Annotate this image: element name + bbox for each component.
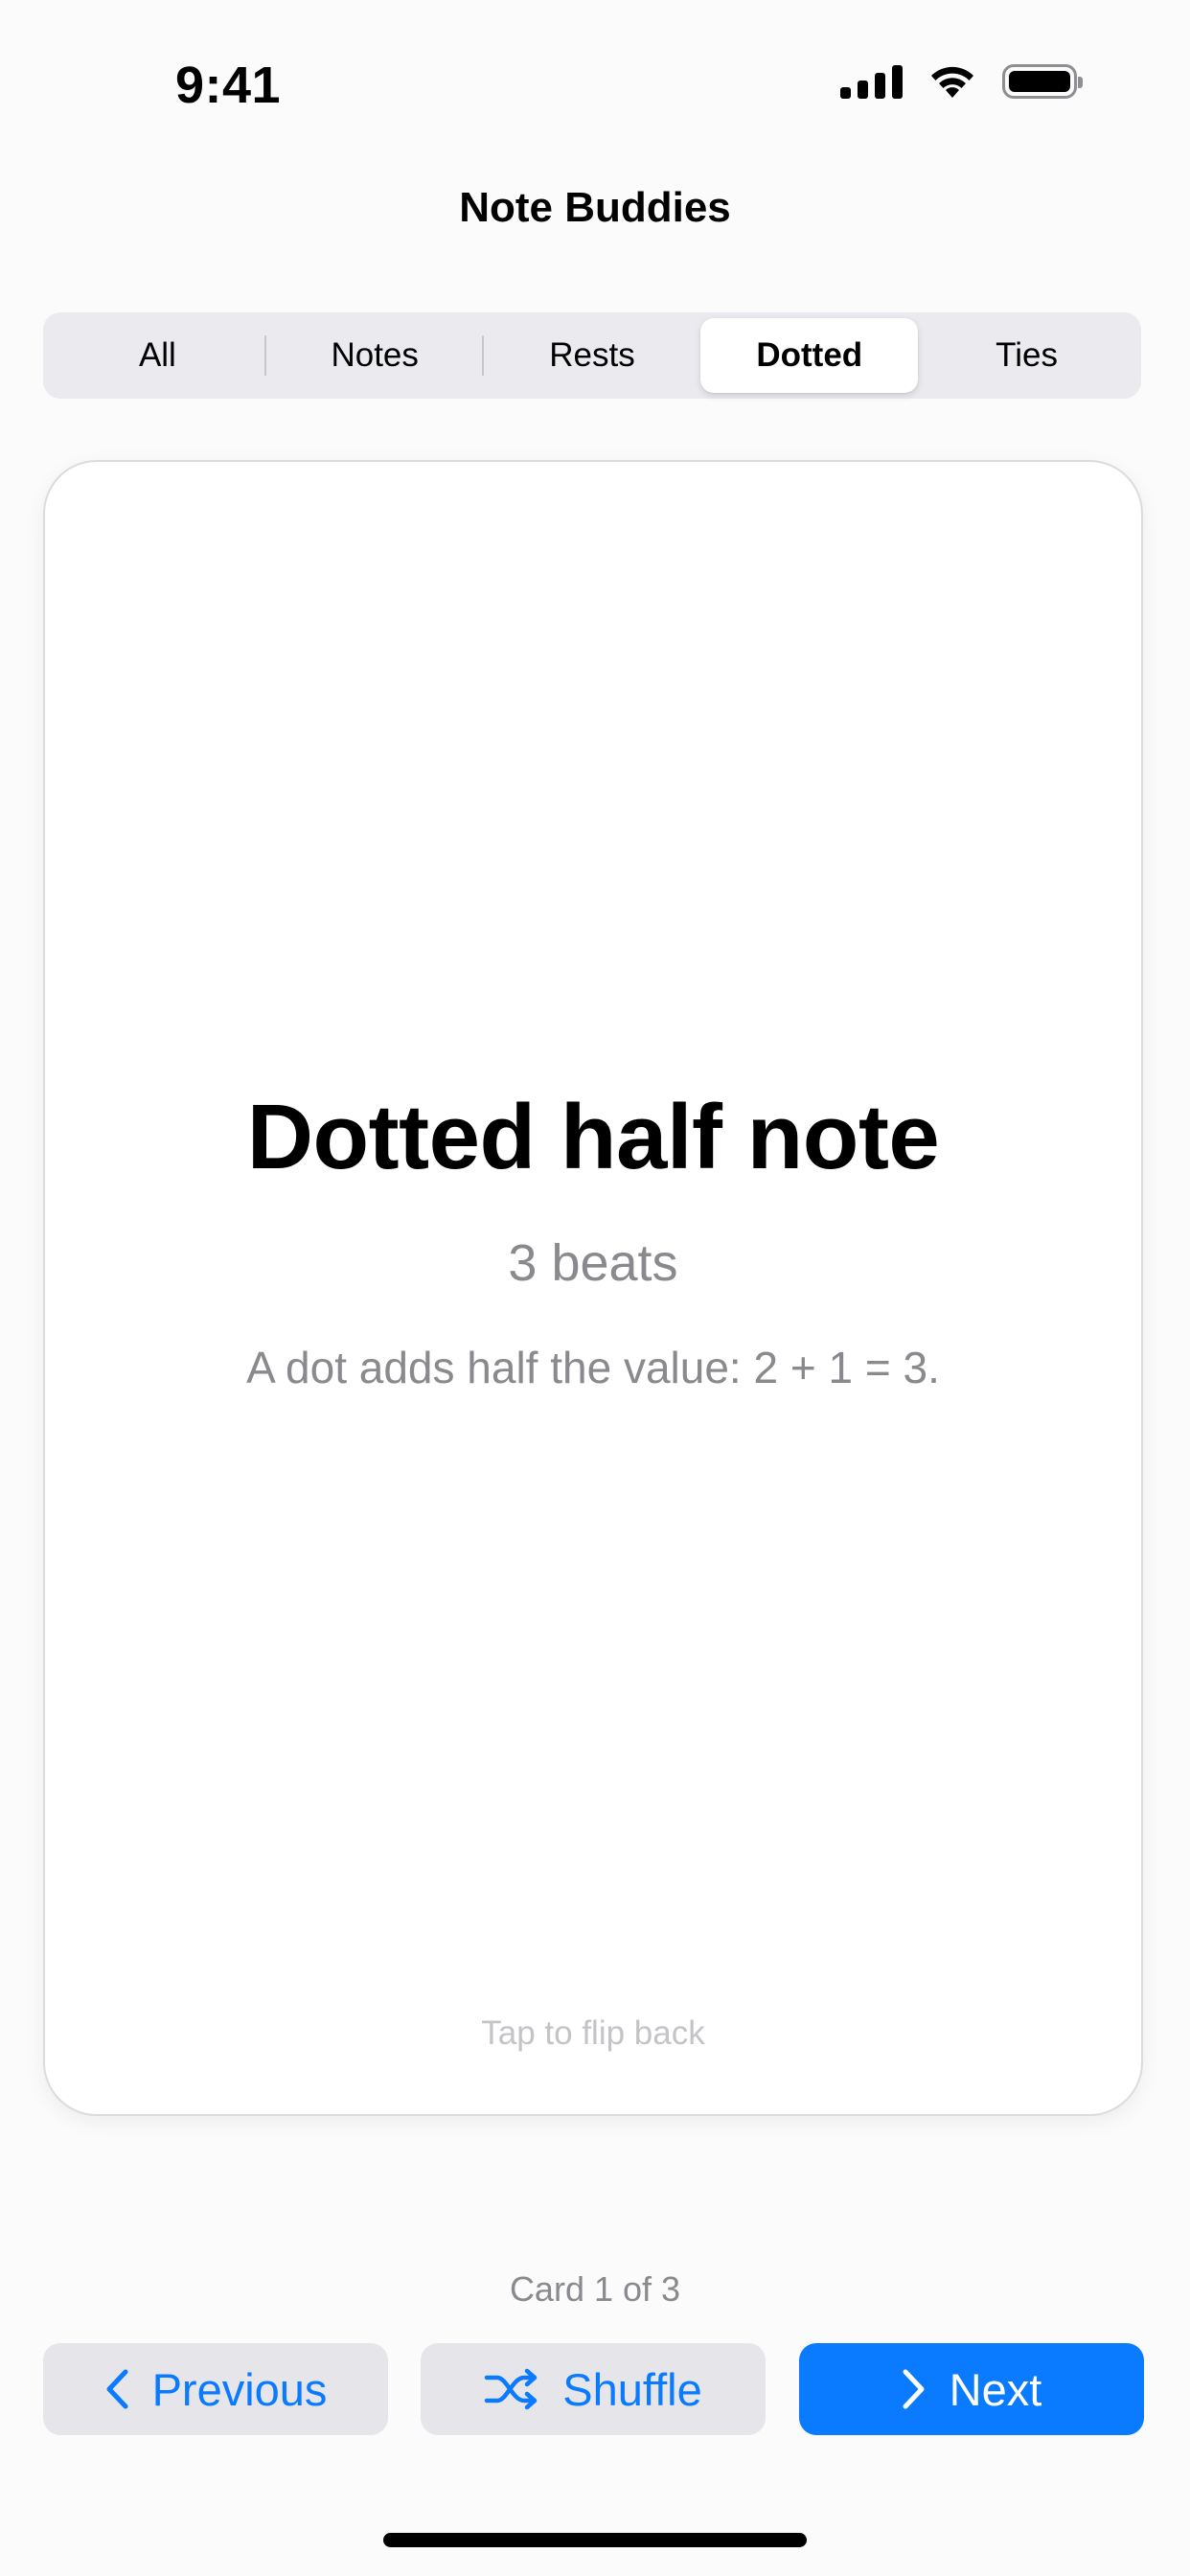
flashcard-screen: 9:41 Note Buddies All Notes Rests Dotted… <box>0 0 1190 2576</box>
tab-notes[interactable]: Notes <box>266 318 484 393</box>
home-indicator[interactable] <box>383 2533 807 2547</box>
chevron-right-icon <box>903 2369 925 2409</box>
card-explanation: A dot adds half the value: 2 + 1 = 3. <box>246 1343 940 1392</box>
tab-all[interactable]: All <box>49 318 266 393</box>
card-term: Dotted half note <box>246 1086 940 1188</box>
page-title: Note Buddies <box>459 184 731 231</box>
card-counter: Card 1 of 3 <box>509 2269 681 2309</box>
wifi-icon <box>931 66 973 98</box>
status-icons <box>840 63 1083 100</box>
status-time: 9:41 <box>175 57 282 114</box>
chevron-left-icon <box>106 2369 128 2409</box>
flip-hint: Tap to flip back <box>481 2014 705 2052</box>
next-button[interactable]: Next <box>799 2343 1144 2435</box>
tab-rests[interactable]: Rests <box>484 318 701 393</box>
shuffle-icon <box>485 2368 538 2410</box>
card-beat-value: 3 beats <box>508 1234 678 1292</box>
previous-button[interactable]: Previous <box>43 2343 388 2435</box>
cellular-signal-icon <box>840 64 903 99</box>
flashcard[interactable]: Dotted half note 3 beats A dot adds half… <box>43 460 1143 2116</box>
next-button-label: Next <box>949 2363 1042 2415</box>
tab-ties[interactable]: Ties <box>918 318 1135 393</box>
shuffle-button[interactable]: Shuffle <box>421 2343 766 2435</box>
shuffle-button-label: Shuffle <box>562 2363 702 2415</box>
category-segmented-control: All Notes Rests Dotted Ties <box>43 312 1141 399</box>
battery-icon <box>1002 64 1083 99</box>
tab-dotted[interactable]: Dotted <box>700 318 919 393</box>
previous-button-label: Previous <box>151 2363 328 2415</box>
